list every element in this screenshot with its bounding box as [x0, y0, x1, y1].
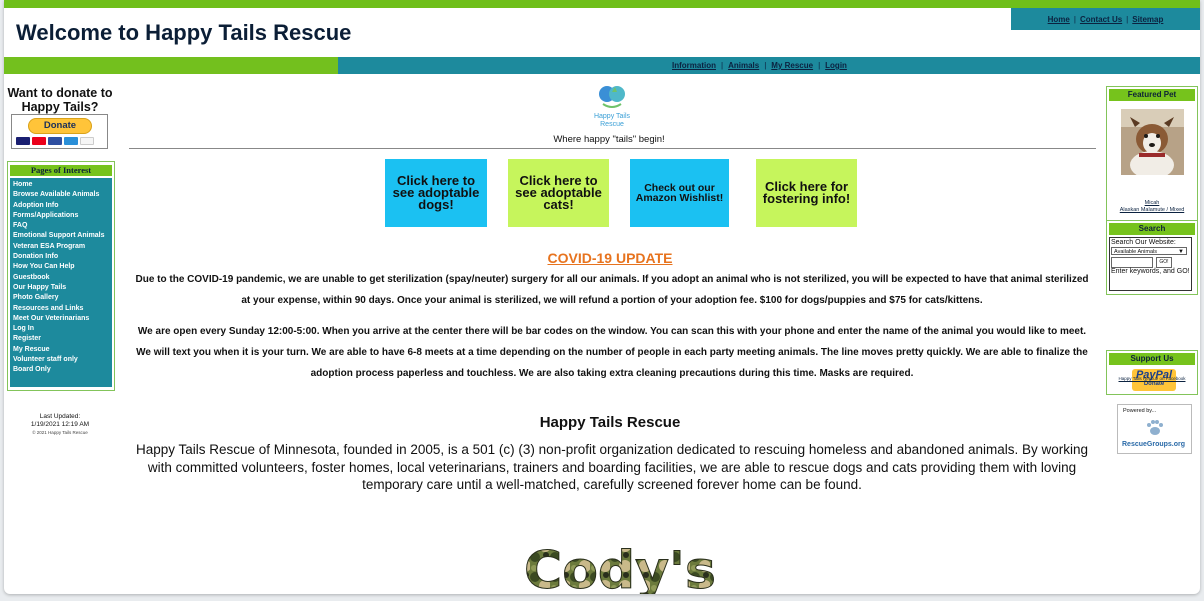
chevron-down-icon: ▼ [1178, 249, 1184, 255]
tile-fostering-info[interactable]: Click here for fostering info! [756, 159, 857, 227]
codys-logo-text: Cody's [524, 541, 716, 594]
covid-update-title: COVID-19 UPDATE [547, 250, 673, 266]
nav-animals[interactable]: Animals [728, 61, 759, 70]
page-title: Welcome to Happy Tails Rescue [16, 20, 352, 45]
page-link-guestbook[interactable]: Guestbook [13, 273, 112, 283]
top-link-home[interactable]: Home [1048, 15, 1070, 24]
page-link-my-rescue[interactable]: My Rescue [13, 345, 112, 355]
featured-pet-box: Featured Pet Micah Alaskan Malamute / Mi… [1106, 86, 1198, 222]
last-updated-label: Last Updated: [39, 413, 81, 420]
nav-my-rescue[interactable]: My Rescue [771, 61, 813, 70]
donate-button[interactable]: Donate [28, 118, 92, 134]
pages-list: Home Browse Available Animals Adoption I… [10, 178, 112, 387]
featured-pet-caption[interactable]: Micah Alaskan Malamute / Mixed [1107, 200, 1197, 213]
discover-icon [80, 137, 94, 145]
search-input[interactable] [1111, 257, 1153, 268]
separator: | [1126, 14, 1129, 24]
support-us-box: Support Us PayPal Donate [1106, 350, 1198, 395]
featured-pet-breed[interactable]: Alaskan Malamute / Mixed [1107, 207, 1197, 214]
about-title: Happy Tails Rescue [539, 414, 681, 431]
page-link-home[interactable]: Home [13, 180, 112, 190]
page-link-veteran-esa[interactable]: Veteran ESA Program [13, 242, 112, 252]
search-form: Search Our Website: Available Animals ▼ … [1109, 237, 1192, 291]
page-link-photo-gallery[interactable]: Photo Gallery [13, 293, 112, 303]
separator: | [721, 61, 724, 70]
page-link-esa[interactable]: Emotional Support Animals [13, 231, 112, 241]
search-row: GO! [1111, 257, 1190, 268]
pages-of-interest: Pages of Interest Home Browse Available … [7, 161, 115, 391]
search-go-button[interactable]: GO! [1156, 257, 1172, 268]
rescuegroups-name: RescueGroups.org [1122, 441, 1186, 448]
happy-tails-logo[interactable]: Happy Tails Rescue [589, 84, 635, 130]
nav-green-segment [4, 57, 338, 74]
support-us-title: Support Us [1109, 353, 1195, 365]
top-link-contact[interactable]: Contact Us [1080, 15, 1122, 24]
page-link-board[interactable]: Board Only [13, 365, 112, 375]
page-link-how-help[interactable]: How You Can Help [13, 262, 112, 272]
logo-text-line1: Happy Tails [594, 113, 631, 120]
page-link-forms[interactable]: Forms/Applications [13, 211, 112, 221]
divider [129, 148, 1096, 149]
last-updated: Last Updated: 1/19/2021 12:19 AM [4, 413, 116, 429]
search-hint: Enter keywords, and GO! [1111, 268, 1190, 275]
donate-widget: Donate [11, 114, 108, 149]
facebook-link[interactable]: Happy Tails Rescue on Facebook [1106, 376, 1198, 381]
donate-heading: Want to donate to Happy Tails? [7, 86, 113, 114]
page-link-happy-tails[interactable]: Our Happy Tails [13, 283, 112, 293]
top-links: Home | Contact Us | Sitemap [1011, 8, 1200, 30]
top-link-sitemap[interactable]: Sitemap [1132, 15, 1163, 24]
tile-adoptable-cats[interactable]: Click here to see adoptable cats! [508, 159, 609, 227]
rescuegroups-badge[interactable]: Powered by... RescueGroups.org [1117, 404, 1192, 454]
separator: | [1073, 14, 1076, 24]
main-nav: Information | Animals | My Rescue | Logi… [4, 57, 1200, 74]
tile-adoptable-dogs[interactable]: Click here to see adoptable dogs! [385, 159, 487, 227]
powered-by-label: Powered by... [1123, 408, 1157, 414]
tagline: Where happy "tails" begin! [553, 134, 665, 145]
top-accent-bar [4, 0, 1200, 8]
page-link-veterinarians[interactable]: Meet Our Veterinarians [13, 314, 112, 324]
card-icons [16, 137, 94, 145]
page-link-volunteer[interactable]: Volunteer staff only [13, 355, 112, 365]
page-link-faq[interactable]: FAQ [13, 221, 112, 231]
pages-of-interest-title: Pages of Interest [10, 165, 112, 176]
logo-text-line2: Rescue [600, 121, 624, 128]
covid-paragraph-2: We are open every Sunday 12:00-5:00. Whe… [136, 326, 1088, 379]
paw-icon [1147, 420, 1163, 435]
paypal-donate-label: Donate [1143, 381, 1165, 387]
search-category-value: Available Animals [1114, 249, 1158, 255]
page-link-adoption-info[interactable]: Adoption Info [13, 201, 112, 211]
last-updated-value: 1/19/2021 12:19 AM [30, 421, 90, 428]
visa-icon [16, 137, 30, 145]
amex-icon [64, 137, 78, 145]
separator: | [764, 61, 767, 70]
search-category-select[interactable]: Available Animals ▼ [1111, 247, 1187, 255]
page-link-log-in[interactable]: Log In [13, 324, 112, 334]
page-link-donation-info[interactable]: Donation Info [13, 252, 112, 262]
separator: | [818, 61, 821, 70]
nav-login[interactable]: Login [825, 61, 847, 70]
pet-photo[interactable] [1121, 109, 1184, 175]
covid-paragraph-1: Due to the COVID-19 pandemic, we are una… [135, 274, 1089, 306]
search-title: Search [1109, 223, 1195, 235]
copyright: © 2021 Happy Tails Rescue [32, 430, 88, 435]
about-text: Happy Tails Rescue of Minnesota, founded… [135, 442, 1089, 492]
nav-links: Information | Animals | My Rescue | Logi… [672, 57, 847, 74]
codys-logo[interactable]: Cody's [510, 532, 730, 595]
mastercard-icon [32, 137, 46, 145]
search-box: Search Search Our Website: Available Ani… [1106, 220, 1198, 295]
featured-pet-title: Featured Pet [1109, 89, 1195, 101]
page-frame: Welcome to Happy Tails Rescue Home | Con… [4, 0, 1200, 594]
page-link-resources[interactable]: Resources and Links [13, 304, 112, 314]
tile-amazon-wishlist[interactable]: Check out our Amazon Wishlist! [630, 159, 729, 227]
page-link-register[interactable]: Register [13, 334, 112, 344]
nav-information[interactable]: Information [672, 61, 716, 70]
search-label: Search Our Website: [1111, 239, 1176, 246]
maestro-icon [48, 137, 62, 145]
page-link-browse[interactable]: Browse Available Animals [13, 190, 112, 200]
